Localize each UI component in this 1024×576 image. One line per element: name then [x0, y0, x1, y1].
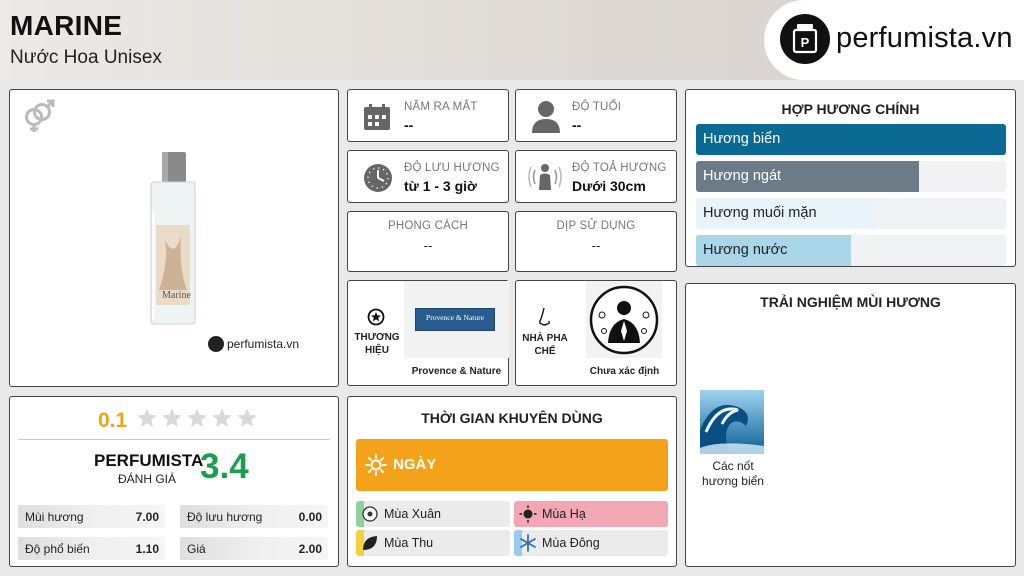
- brand-image-area: Provence & Nature: [404, 281, 509, 358]
- age-value: --: [572, 117, 582, 133]
- longevity-value: từ 1 - 3 giờ: [404, 178, 477, 194]
- occasion-card: DỊP SỬ DỤNG --: [515, 211, 677, 272]
- accord-bar: Hương muối mặn: [696, 198, 1006, 229]
- watermark-logo-icon: [208, 336, 224, 352]
- star-icon: [137, 408, 157, 427]
- longevity-card: ĐỘ LƯU HƯƠNG từ 1 - 3 giờ: [347, 150, 509, 203]
- season-summer[interactable]: Mùa Hạ: [514, 501, 668, 527]
- release-year-label: NĂM RA MẮT: [404, 101, 478, 113]
- recommended-usage-panel: THỜI GIAN KHUYÊN DÙNG NGÀY Mùa Xuân Mùa …: [347, 396, 677, 567]
- snowflake-icon: [520, 534, 536, 552]
- season-autumn[interactable]: Mùa Thu: [356, 530, 510, 556]
- longevity-label: ĐỘ LƯU HƯƠNG: [404, 162, 500, 174]
- calendar-icon: [362, 102, 392, 137]
- age-card: ĐỘ TUỔI --: [515, 89, 677, 142]
- day-banner[interactable]: NGÀY: [356, 439, 668, 491]
- perfumer-name: Chưa xác định: [589, 366, 660, 377]
- star-icon: [187, 408, 207, 427]
- style-card: PHONG CÁCH --: [347, 211, 509, 272]
- accord-label: Hương biển: [703, 131, 781, 147]
- perfumer-label: NHÀ PHA CHẾ: [522, 333, 568, 357]
- logo-text: perfumista.vn: [836, 22, 1013, 54]
- score-row-price: Giá 2.00: [180, 537, 328, 560]
- accord-bar: Hương ngát: [696, 161, 1006, 192]
- main-accords-panel: HỢP HƯƠNG CHÍNH Hương biển Hương ngát Hươn…: [685, 89, 1016, 267]
- person-icon: [530, 99, 562, 138]
- star-icon: [162, 408, 182, 427]
- season-winter[interactable]: Mùa Đông: [514, 530, 668, 556]
- day-label: NGÀY: [393, 456, 437, 473]
- style-label: PHONG CÁCH: [388, 220, 468, 232]
- user-score: 0.1: [98, 409, 128, 432]
- score-row-longevity: Độ lưu hương 0.00: [180, 505, 328, 528]
- scent-experience-panel: TRẢI NGHIỆM MÙI HƯƠNG Các nốt hương biển: [685, 283, 1016, 567]
- perfume-subtitle: Nước Hoa Unisex: [10, 47, 162, 68]
- star-icon: [237, 408, 257, 427]
- occasion-label: DỊP SỬ DỤNG: [556, 220, 636, 232]
- brand-name: Provence & Nature: [411, 366, 502, 377]
- brand-label: THƯƠNG HIỆU: [354, 332, 400, 356]
- clock-icon: [362, 162, 394, 199]
- perfumer-card[interactable]: NHÀ PHA CHẾ Chưa xác định: [515, 280, 677, 386]
- nose-icon: [537, 307, 553, 334]
- sillage-card: ĐỘ TOẢ HƯƠNG Dưới 30cm: [515, 150, 677, 203]
- season-spring[interactable]: Mùa Xuân: [356, 501, 510, 527]
- occasion-value: --: [591, 238, 601, 253]
- flower-icon: [362, 506, 378, 522]
- age-label: ĐỘ TUỔI: [572, 101, 622, 113]
- svg-text:P: P: [801, 35, 810, 50]
- bottle-label: Marine: [162, 290, 191, 301]
- brand-logo: Provence & Nature: [415, 308, 495, 331]
- accord-label: Hương muối mặn: [703, 205, 817, 221]
- perfume-title: MARINE: [10, 10, 123, 41]
- leaf-icon: [363, 536, 377, 550]
- star-icon: [212, 408, 232, 427]
- perfume-bottle-logo-icon: P: [780, 14, 830, 64]
- score-row-scent: Mùi hương 7.00: [18, 505, 165, 528]
- brand-card[interactable]: THƯƠNG HIỆU Provence & Nature Provence &…: [347, 280, 509, 386]
- accord-bar: Hương nước: [696, 235, 1006, 266]
- perfumer-avatar-icon: [589, 285, 659, 355]
- accord-label: Hương nước: [703, 242, 788, 258]
- sillage-value: Dưới 30cm: [572, 178, 646, 194]
- perfumista-score: 3.4: [200, 447, 249, 486]
- site-logo[interactable]: P perfumista.vn: [764, 0, 1024, 80]
- unisex-gender-icon: [20, 98, 56, 139]
- accords-title: HỢP HƯƠNG CHÍNH: [781, 101, 920, 117]
- divider: [18, 439, 330, 440]
- sillage-person-icon: [528, 160, 562, 199]
- release-year-card: NĂM RA MẮT --: [347, 89, 509, 142]
- star-badge-icon: [367, 308, 385, 331]
- sillage-label: ĐỘ TOẢ HƯƠNG: [572, 162, 667, 174]
- sun-icon: [365, 454, 387, 481]
- brand-rating-label: PERFUMISTA: [94, 451, 204, 470]
- note-label: Các nốt hương biển: [702, 459, 764, 488]
- star-rating[interactable]: [136, 407, 258, 429]
- perfume-bottle-image: [147, 150, 197, 333]
- release-year-value: --: [404, 117, 414, 133]
- usage-title: THỜI GIAN KHUYÊN DÙNG: [421, 410, 603, 426]
- wave-image: [700, 390, 764, 454]
- page-header: MARINE Nước Hoa Unisex P perfumista.vn: [0, 0, 1024, 80]
- summer-sun-icon: [519, 505, 537, 523]
- accord-label: Hương ngát: [703, 168, 782, 184]
- accord-bar: Hương biển: [696, 124, 1006, 155]
- note-card-sea[interactable]: Các nốt hương biển: [700, 390, 766, 489]
- style-value: --: [423, 238, 433, 253]
- review-label: ĐÁNH GIÁ: [118, 472, 177, 486]
- rating-panel: 0.1 PERFUMISTA ĐÁNH GIÁ 3.4 Mùi hương 7.…: [9, 396, 339, 567]
- product-image-panel: Marine perfumista.vn: [9, 89, 339, 387]
- perfumer-image-area: [586, 281, 662, 358]
- experience-title: TRẢI NGHIỆM MÙI HƯƠNG: [760, 294, 941, 310]
- product-watermark: perfumista.vn: [208, 336, 299, 352]
- score-row-popularity: Độ phổ biến 1.10: [18, 537, 165, 560]
